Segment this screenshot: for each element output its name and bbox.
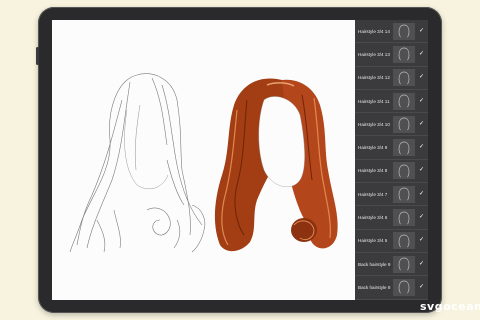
layer-label: Hairstyle 3/4 5: [358, 238, 388, 244]
layer-visibility-checkbox[interactable]: ✓: [418, 28, 425, 35]
sketch-face-outline: [124, 109, 169, 190]
layer-thumbnail: [393, 185, 415, 203]
layer-visibility-checkbox[interactable]: ✓: [418, 121, 425, 128]
watermark: svgocean: [420, 300, 480, 313]
layer-label: Hairstyle 3/4 10: [358, 121, 390, 127]
layer-visibility-checkbox[interactable]: ✓: [418, 51, 425, 58]
drawing-canvas[interactable]: [52, 20, 355, 300]
layer-thumbnail: [393, 209, 415, 227]
layer-item[interactable]: Hairstyle 3/4 10 ✓: [355, 113, 428, 137]
layer-label: Hairstyle 3/4 8: [358, 168, 388, 174]
layer-item[interactable]: Back hairstyle 8 ✓: [355, 276, 428, 300]
layer-label: Back hairstyle 9: [358, 261, 391, 267]
colored-face-silhouette: [258, 96, 305, 188]
layer-visibility-checkbox[interactable]: ✓: [418, 74, 425, 81]
layer-visibility-checkbox[interactable]: ✓: [418, 284, 425, 291]
layer-thumbnail: [393, 92, 415, 110]
layer-thumbnail: [393, 278, 415, 296]
layer-item[interactable]: Hairstyle 3/4 5 ✓: [355, 230, 428, 253]
layer-thumbnail: [393, 69, 415, 87]
layer-thumbnail: [393, 22, 415, 40]
layer-item[interactable]: Back hairstyle 9 ✓: [355, 253, 428, 277]
layer-label: Hairstyle 3/4 7: [358, 191, 388, 197]
layer-label: Hairstyle 3/4 13: [358, 51, 390, 57]
layers-panel: Hairstyle 3/4 14 ✓ Hairstyle 3/4 13 ✓ Ha…: [355, 20, 428, 300]
layer-visibility-checkbox[interactable]: ✓: [418, 98, 425, 105]
layer-item[interactable]: Hairstyle 3/4 6 ✓: [355, 206, 428, 230]
layer-thumbnail: [393, 255, 415, 273]
layer-label: Hairstyle 3/4 14: [358, 28, 390, 34]
layer-visibility-checkbox[interactable]: ✓: [418, 167, 425, 174]
layer-thumbnail: [393, 45, 415, 63]
layer-thumbnail: [393, 115, 415, 133]
layer-label: Hairstyle 3/4 9: [358, 145, 388, 151]
layer-item[interactable]: Hairstyle 3/4 14 ✓: [355, 20, 428, 44]
layer-item[interactable]: Hairstyle 3/4 8 ✓: [355, 160, 428, 184]
layer-label: Hairstyle 3/4 6: [358, 215, 388, 221]
layer-visibility-checkbox[interactable]: ✓: [418, 261, 425, 268]
layer-label: Hairstyle 3/4 12: [358, 75, 390, 81]
layer-thumbnail: [393, 232, 415, 250]
ipad-device: Hairstyle 3/4 14 ✓ Hairstyle 3/4 13 ✓ Ha…: [36, 7, 442, 313]
volume-button: [36, 47, 39, 65]
layer-item[interactable]: Hairstyle 3/4 13 ✓: [355, 43, 428, 67]
layer-label: Back hairstyle 8: [358, 284, 391, 290]
layer-item[interactable]: Hairstyle 3/4 9 ✓: [355, 136, 428, 160]
layer-thumbnail: [393, 139, 415, 157]
layer-visibility-checkbox[interactable]: ✓: [418, 191, 425, 198]
layer-item[interactable]: Hairstyle 3/4 11 ✓: [355, 90, 428, 114]
layer-thumbnail: [393, 162, 415, 180]
layer-visibility-checkbox[interactable]: ✓: [418, 214, 425, 221]
screen: Hairstyle 3/4 14 ✓ Hairstyle 3/4 13 ✓ Ha…: [52, 20, 428, 300]
layer-label: Hairstyle 3/4 11: [358, 98, 390, 104]
layer-item[interactable]: Hairstyle 3/4 7 ✓: [355, 183, 428, 207]
hair-sketch: [69, 73, 206, 253]
layer-visibility-checkbox[interactable]: ✓: [418, 237, 425, 244]
layer-item[interactable]: Hairstyle 3/4 12 ✓: [355, 67, 428, 90]
layer-visibility-checkbox[interactable]: ✓: [418, 144, 425, 151]
